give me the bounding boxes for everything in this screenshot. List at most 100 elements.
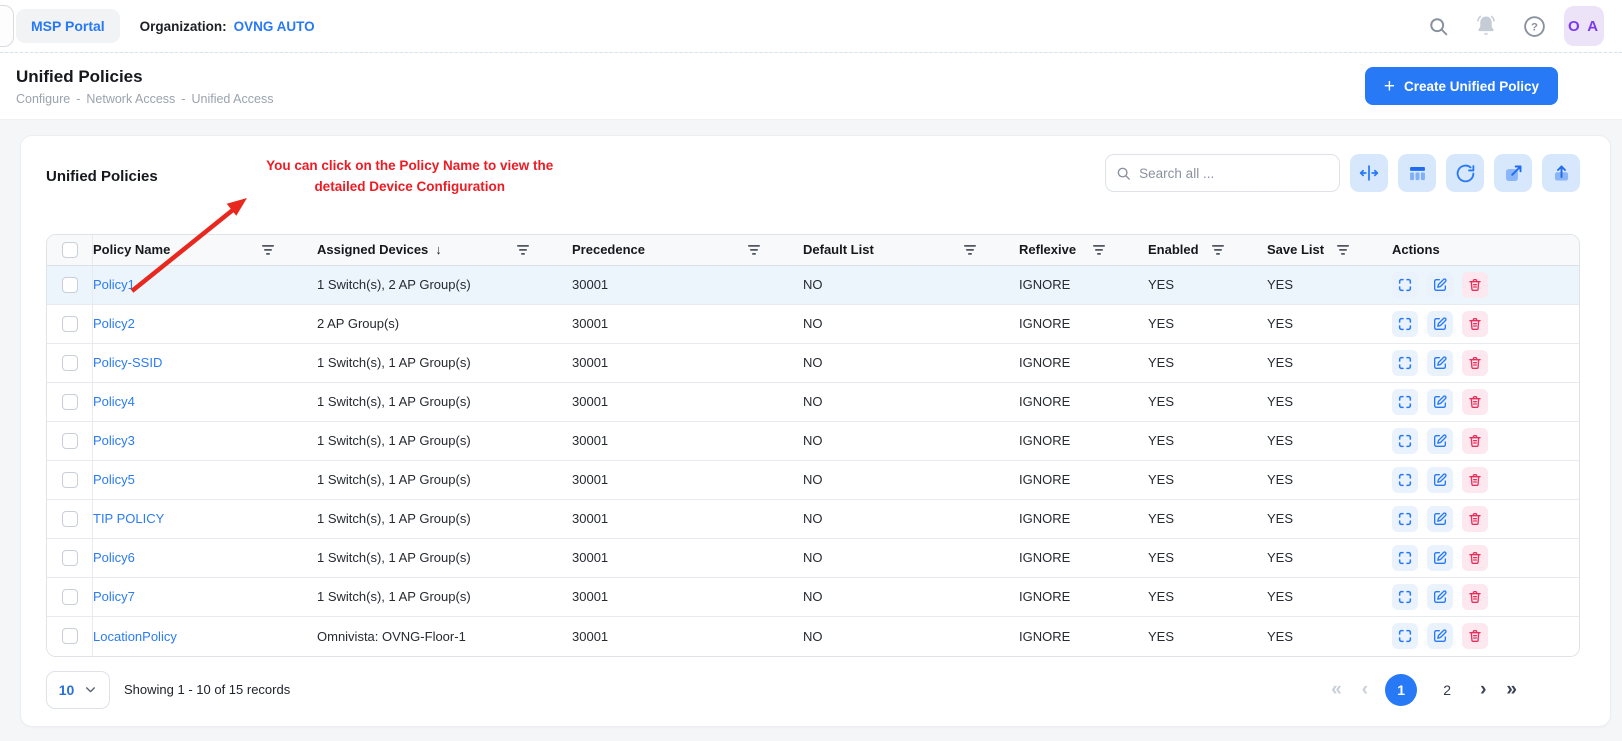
policy-name-link[interactable]: Policy1: [93, 277, 317, 292]
pagination-next-button[interactable]: ›: [1477, 680, 1489, 699]
assigned-devices-cell: 1 Switch(s), 1 AP Group(s): [317, 511, 572, 526]
row-checkbox[interactable]: [62, 472, 78, 488]
filter-icon[interactable]: [747, 244, 761, 256]
msp-portal-button[interactable]: MSP Portal: [16, 9, 120, 43]
pagination-first-button[interactable]: «: [1328, 680, 1345, 699]
column-header[interactable]: Policy Name: [93, 242, 317, 257]
row-checkbox[interactable]: [62, 316, 78, 332]
delete-policy-button[interactable]: [1462, 467, 1488, 493]
refresh-button[interactable]: [1446, 154, 1484, 192]
edit-policy-button[interactable]: [1427, 311, 1453, 337]
expand-policy-button[interactable]: [1392, 350, 1418, 376]
expand-policy-button[interactable]: [1392, 311, 1418, 337]
row-select-cell: [47, 500, 93, 538]
help-icon[interactable]: ?: [1514, 6, 1554, 46]
policy-name-link[interactable]: Policy6: [93, 550, 317, 565]
row-checkbox[interactable]: [62, 433, 78, 449]
filter-icon[interactable]: [1211, 244, 1225, 256]
row-checkbox[interactable]: [62, 628, 78, 644]
edit-policy-button[interactable]: [1427, 584, 1453, 610]
column-resize-button[interactable]: [1350, 154, 1388, 192]
select-all-checkbox[interactable]: [62, 242, 78, 258]
delete-policy-button[interactable]: [1462, 350, 1488, 376]
policy-name-link[interactable]: Policy-SSID: [93, 355, 317, 370]
delete-policy-button[interactable]: [1462, 389, 1488, 415]
edit-policy-button[interactable]: [1427, 350, 1453, 376]
user-avatar[interactable]: O A: [1564, 6, 1604, 46]
expand-policy-button[interactable]: [1392, 584, 1418, 610]
delete-policy-button[interactable]: [1462, 311, 1488, 337]
create-unified-policy-button[interactable]: + Create Unified Policy: [1365, 67, 1558, 105]
delete-policy-button[interactable]: [1462, 272, 1488, 298]
delete-policy-button[interactable]: [1462, 584, 1488, 610]
default-list-cell: NO: [803, 472, 1019, 487]
delete-policy-button[interactable]: [1462, 506, 1488, 532]
sort-desc-icon[interactable]: ↓: [435, 242, 442, 257]
expand-policy-button[interactable]: [1392, 506, 1418, 532]
column-header[interactable]: Default List: [803, 242, 1019, 257]
trash-icon: [1467, 472, 1483, 488]
filter-icon[interactable]: [1336, 244, 1350, 256]
policy-name-link[interactable]: Policy2: [93, 316, 317, 331]
policy-name-link[interactable]: Policy7: [93, 589, 317, 604]
edit-policy-button[interactable]: [1427, 272, 1453, 298]
fullscreen-icon: [1397, 316, 1413, 332]
breadcrumb-item-configure[interactable]: Configure: [16, 92, 70, 106]
edit-policy-button[interactable]: [1427, 506, 1453, 532]
row-actions: [1392, 623, 1579, 649]
expand-policy-button[interactable]: [1392, 623, 1418, 649]
pagination-page-2[interactable]: 2: [1431, 674, 1463, 706]
filter-icon[interactable]: [963, 244, 977, 256]
column-header[interactable]: Reflexive: [1019, 242, 1148, 257]
breadcrumb-item-network-access[interactable]: Network Access: [86, 92, 175, 106]
filter-icon[interactable]: [516, 244, 530, 256]
expand-policy-button[interactable]: [1392, 545, 1418, 571]
filter-icon[interactable]: [261, 244, 275, 256]
edit-policy-button[interactable]: [1427, 467, 1453, 493]
trash-icon: [1467, 628, 1483, 644]
columns-button[interactable]: [1398, 154, 1436, 192]
policy-name-link[interactable]: Policy4: [93, 394, 317, 409]
row-select-cell: [47, 266, 93, 304]
default-list-cell: NO: [803, 394, 1019, 409]
search-icon[interactable]: [1418, 6, 1458, 46]
breadcrumb-item-unified-access[interactable]: Unified Access: [191, 92, 273, 106]
search-all-input[interactable]: [1139, 166, 1329, 181]
upload-button[interactable]: [1542, 154, 1580, 192]
delete-policy-button[interactable]: [1462, 545, 1488, 571]
expand-policy-button[interactable]: [1392, 467, 1418, 493]
column-header[interactable]: Assigned Devices ↓: [317, 242, 572, 257]
expand-policy-button[interactable]: [1392, 428, 1418, 454]
delete-policy-button[interactable]: [1462, 623, 1488, 649]
edit-policy-button[interactable]: [1427, 389, 1453, 415]
edit-policy-button[interactable]: [1427, 545, 1453, 571]
row-checkbox[interactable]: [62, 589, 78, 605]
delete-policy-button[interactable]: [1462, 428, 1488, 454]
pagination-last-button[interactable]: »: [1503, 680, 1520, 699]
column-header[interactable]: Enabled: [1148, 242, 1267, 257]
row-checkbox[interactable]: [62, 394, 78, 410]
expand-policy-button[interactable]: [1392, 272, 1418, 298]
policy-name-link[interactable]: TIP POLICY: [93, 511, 317, 526]
column-header[interactable]: Save List: [1267, 242, 1392, 257]
policy-name-link[interactable]: LocationPolicy: [93, 629, 317, 644]
pagination-prev-button[interactable]: ‹: [1359, 680, 1371, 699]
policy-name-link[interactable]: Policy3: [93, 433, 317, 448]
page-size-select[interactable]: 10: [46, 671, 110, 709]
filter-icon[interactable]: [1092, 244, 1106, 256]
organization-value-link[interactable]: OVNG AUTO: [234, 19, 315, 34]
notifications-bell-icon[interactable]: [1466, 6, 1506, 46]
policy-name-link[interactable]: Policy5: [93, 472, 317, 487]
column-header[interactable]: Actions: [1392, 242, 1579, 257]
open-external-button[interactable]: [1494, 154, 1532, 192]
edit-policy-button[interactable]: [1427, 428, 1453, 454]
row-checkbox[interactable]: [62, 277, 78, 293]
row-checkbox[interactable]: [62, 355, 78, 371]
column-header[interactable]: Precedence: [572, 242, 803, 257]
pagination-page-1[interactable]: 1: [1385, 674, 1417, 706]
edit-policy-button[interactable]: [1427, 623, 1453, 649]
row-checkbox[interactable]: [62, 511, 78, 527]
expand-policy-button[interactable]: [1392, 389, 1418, 415]
column-label: Save List: [1267, 242, 1324, 257]
row-checkbox[interactable]: [62, 550, 78, 566]
